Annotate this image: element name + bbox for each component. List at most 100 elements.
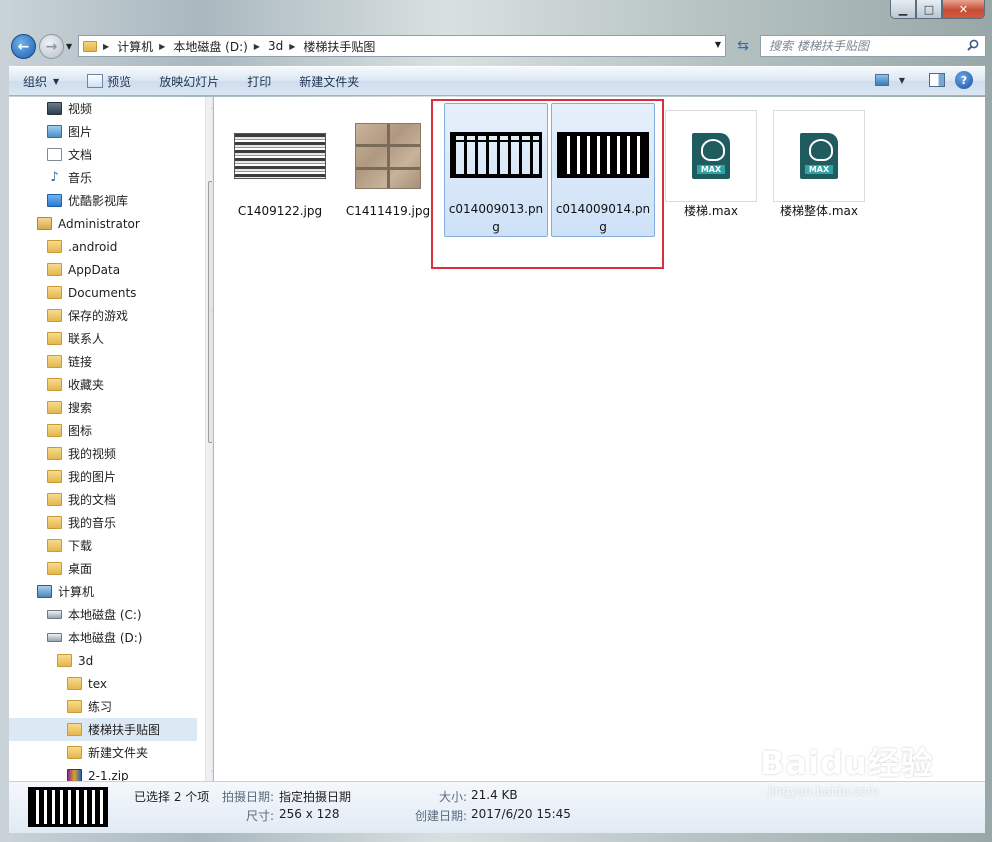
maximize-button[interactable]: □ <box>916 0 942 19</box>
sidebar-item[interactable]: 新建文件夹 <box>9 741 197 764</box>
file-item[interactable]: c014009014.png <box>551 103 655 237</box>
file-thumbnail <box>342 110 434 202</box>
file-name: C1409122.jpg <box>237 204 323 218</box>
sidebar-item[interactable]: 我的视频 <box>9 442 197 465</box>
sidebar-item[interactable]: 本地磁盘 (C:) <box>9 603 197 626</box>
sidebar-item[interactable]: 我的文档 <box>9 488 197 511</box>
search-box[interactable] <box>760 35 986 57</box>
view-options-chevron-icon[interactable]: ▼ <box>899 76 905 85</box>
sidebar-item[interactable]: 文档 <box>9 143 197 166</box>
sidebar-item[interactable]: 图片 <box>9 120 197 143</box>
sidebar-item[interactable]: .android <box>9 235 197 258</box>
sidebar-item[interactable]: 搜索 <box>9 396 197 419</box>
breadcrumb-3d[interactable]: 3d <box>268 39 283 53</box>
sidebar-item[interactable]: 桌面 <box>9 557 197 580</box>
breadcrumb-computer[interactable]: 计算机 <box>117 38 153 55</box>
sidebar-item[interactable]: 图标 <box>9 419 197 442</box>
date-taken-label: 拍摄日期: <box>222 790 275 804</box>
sidebar-item-label: 我的音乐 <box>68 516 117 530</box>
search-input[interactable] <box>769 39 959 53</box>
toolbar-right: ▼ ? <box>874 71 973 89</box>
breadcrumb-current-folder[interactable]: 楼梯扶手贴图 <box>303 38 375 55</box>
sidebar-item-label: 联系人 <box>68 332 105 346</box>
sidebar-item[interactable]: 3d <box>9 649 197 672</box>
sidebar-item[interactable]: 计算机 <box>9 580 197 603</box>
sidebar-item[interactable]: 楼梯扶手贴图 <box>9 718 197 741</box>
dimensions-value: 256 x 128 <box>279 807 340 821</box>
minimize-button[interactable]: ▁ <box>890 0 916 19</box>
preview-button[interactable]: 预览 <box>73 70 145 92</box>
max-file-frame: MAX <box>665 110 757 202</box>
sidebar-item[interactable]: 下载 <box>9 534 197 557</box>
back-button[interactable]: ← <box>11 34 36 59</box>
address-bar[interactable]: ▶ 计算机 ▶ 本地磁盘 (D:) ▶ 3d ▶ 楼梯扶手贴图 ▼ <box>78 35 726 57</box>
file-item[interactable]: C1411419.jpg <box>336 103 440 237</box>
sidebar-item[interactable]: AppData <box>9 258 197 281</box>
organize-button[interactable]: 组织 ▼ <box>9 70 73 92</box>
picture-icon <box>47 125 62 138</box>
sidebar-item[interactable]: ♪ 音乐 <box>9 166 197 189</box>
sidebar-item[interactable]: 本地磁盘 (D:) <box>9 626 197 649</box>
file-item[interactable]: MAX 楼梯.max <box>659 103 763 237</box>
slideshow-button[interactable]: 放映幻灯片 <box>145 70 233 92</box>
max-label: MAX <box>696 165 726 174</box>
image-thumbnail <box>557 132 649 178</box>
file-item[interactable]: C1409122.jpg <box>228 103 332 237</box>
scrollbar-thumb[interactable]: ≡ <box>208 181 212 443</box>
sidebar-item[interactable]: Documents <box>9 281 197 304</box>
sidebar-item-label: Administrator <box>58 216 140 231</box>
file-thumbnail: MAX <box>665 110 757 202</box>
change-view-icon[interactable] <box>874 74 889 86</box>
forward-button[interactable]: → <box>39 34 64 59</box>
folder-icon <box>47 263 62 276</box>
sidebar-item-label: AppData <box>68 262 121 277</box>
sidebar-item-label: 保存的游戏 <box>68 309 129 323</box>
sidebar-item[interactable]: tex <box>9 672 197 695</box>
folder-icon <box>83 40 97 52</box>
address-dropdown-icon[interactable]: ▼ <box>715 40 721 49</box>
max-label: MAX <box>804 165 834 174</box>
print-button[interactable]: 打印 <box>233 70 285 92</box>
arrow-right-icon: → <box>45 38 58 55</box>
folder-icon <box>67 700 82 713</box>
chevron-right-icon[interactable]: ▶ <box>159 42 165 51</box>
sidebar-item[interactable]: 2-1.zip <box>9 764 197 781</box>
file-item[interactable]: MAX 楼梯整体.max <box>767 103 871 237</box>
sidebar-item[interactable]: 联系人 <box>9 327 197 350</box>
sidebar-item[interactable]: 我的音乐 <box>9 511 197 534</box>
folder-icon <box>47 447 62 460</box>
chevron-right-icon[interactable]: ▶ <box>289 42 295 51</box>
refresh-button[interactable]: ⇆ <box>732 35 754 57</box>
scroll-down-arrow-icon[interactable]: ▼ <box>206 765 212 781</box>
details-pane: 已选择 2 个项 拍摄日期: 指定拍摄日期 尺寸: 256 x 128 大小: … <box>9 781 985 833</box>
zip-icon <box>67 769 82 781</box>
sidebar-item-label: 音乐 <box>68 171 93 185</box>
sidebar-item[interactable]: 链接 <box>9 350 197 373</box>
file-item[interactable]: c014009013.png <box>444 103 548 237</box>
preview-pane-icon[interactable] <box>929 73 945 87</box>
sidebar-item[interactable]: 保存的游戏 <box>9 304 197 327</box>
sidebar-item-label: 图片 <box>68 125 93 139</box>
help-icon[interactable]: ? <box>955 71 973 89</box>
sidebar-item-label: 3d <box>78 653 94 668</box>
file-list[interactable]: C1409122.jpg C1411419.jpg c014009013.png c0… <box>214 97 985 781</box>
breadcrumb-drive-d[interactable]: 本地磁盘 (D:) <box>173 38 247 55</box>
scroll-up-arrow-icon[interactable]: ▲ <box>206 97 212 113</box>
search-icon[interactable] <box>967 39 979 51</box>
recent-pages-dropdown[interactable]: ▼ <box>66 42 72 51</box>
new-folder-button[interactable]: 新建文件夹 <box>285 70 373 92</box>
date-taken-value[interactable]: 指定拍摄日期 <box>279 788 351 805</box>
sidebar-item[interactable]: 我的图片 <box>9 465 197 488</box>
folder-icon <box>47 309 62 322</box>
file-name: c014009014.png <box>555 202 651 234</box>
sidebar-item[interactable]: Administrator <box>9 212 197 235</box>
nav-scrollbar[interactable]: ▲ ≡ ▼ <box>205 97 212 781</box>
sidebar-item[interactable]: 优酷影视库 <box>9 189 197 212</box>
chevron-right-icon[interactable]: ▶ <box>254 42 260 51</box>
selection-thumbnail <box>28 787 108 827</box>
sidebar-item[interactable]: 练习 <box>9 695 197 718</box>
sidebar-item[interactable]: 收藏夹 <box>9 373 197 396</box>
close-button[interactable]: ✕ <box>942 0 985 19</box>
chevron-right-icon[interactable]: ▶ <box>103 42 109 51</box>
sidebar-item[interactable]: 视频 <box>9 97 197 120</box>
